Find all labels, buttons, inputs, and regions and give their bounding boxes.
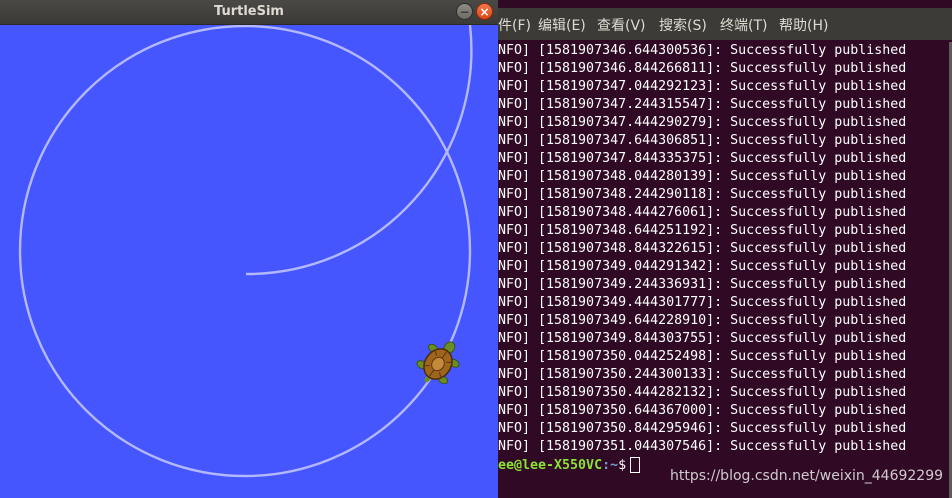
close-button[interactable]: × [476,3,493,20]
log-line: NFO] [1581907351.044307546]: Successfull… [498,439,907,454]
log-line: NFO] [1581907348.244290118]: Successfull… [498,187,907,202]
log-line: NFO] [1581907349.644228910]: Successfull… [498,313,907,328]
log-line: NFO] [1581907347.644306851]: Successfull… [498,133,907,148]
menu-view[interactable]: 查看(V) [597,16,646,36]
log-line: NFO] [1581907347.444290279]: Successfull… [498,115,907,130]
menu-terminal[interactable]: 终端(T) [720,16,767,36]
log-line: NFO] [1581907350.244300133]: Successfull… [498,367,907,382]
log-line: NFO] [1581907349.244336931]: Successfull… [498,277,907,292]
log-line: NFO] [1581907346.644300536]: Successfull… [498,43,907,58]
log-line: NFO] [1581907348.644251192]: Successfull… [498,223,907,238]
log-line: NFO] [1581907350.844295946]: Successfull… [498,421,907,436]
log-line: NFO] [1581907347.044292123]: Successfull… [498,79,907,94]
turtlesim-titlebar[interactable]: TurtleSim − × [0,0,498,25]
prompt-path: :~ [602,458,619,473]
terminal-output[interactable]: NFO] [1581907346.644300536]: Successfull… [498,42,952,498]
minimize-button[interactable]: − [456,3,473,20]
log-line: NFO] [1581907348.844322615]: Successfull… [498,241,907,256]
terminal-window: 件(F) 编辑(E) 查看(V) 搜索(S) 终端(T) 帮助(H) NFO] … [498,0,952,498]
log-line: NFO] [1581907347.844335375]: Successfull… [498,151,907,166]
watermark: https://blog.csdn.net/weixin_44692299 [670,468,944,484]
text-cursor [630,457,641,473]
terminal-menubar: 件(F) 编辑(E) 查看(V) 搜索(S) 终端(T) 帮助(H) [498,8,952,40]
window-title: TurtleSim [214,4,284,19]
log-line: NFO] [1581907350.044252498]: Successfull… [498,349,907,364]
pen-trail-arc [245,25,473,276]
prompt-user-host: ee@lee-X550VC [498,458,603,473]
log-line: NFO] [1581907349.444301777]: Successfull… [498,295,907,310]
log-line: NFO] [1581907350.644367000]: Successfull… [498,403,907,418]
menu-search[interactable]: 搜索(S) [659,16,707,36]
log-line: NFO] [1581907350.444282132]: Successfull… [498,385,907,400]
turtle-icon [416,341,460,385]
prompt-symbol: $ [618,458,627,473]
menu-file[interactable]: 件(F) [498,16,531,36]
log-line: NFO] [1581907347.244315547]: Successfull… [498,97,907,112]
menu-help[interactable]: 帮助(H) [779,16,828,36]
log-line: NFO] [1581907349.844303755]: Successfull… [498,331,907,346]
menu-edit[interactable]: 编辑(E) [538,16,586,36]
turtlesim-window: TurtleSim − × [0,0,498,498]
turtlesim-canvas [18,25,473,478]
log-line: NFO] [1581907349.044291342]: Successfull… [498,259,907,274]
log-line: NFO] [1581907348.444276061]: Successfull… [498,205,907,220]
log-line: NFO] [1581907348.044280139]: Successfull… [498,169,907,184]
shell-prompt[interactable]: ee@lee-X550VC:~$ [498,456,641,476]
pen-trail-circle [18,25,472,478]
log-line: NFO] [1581907346.844266811]: Successfull… [498,61,907,76]
